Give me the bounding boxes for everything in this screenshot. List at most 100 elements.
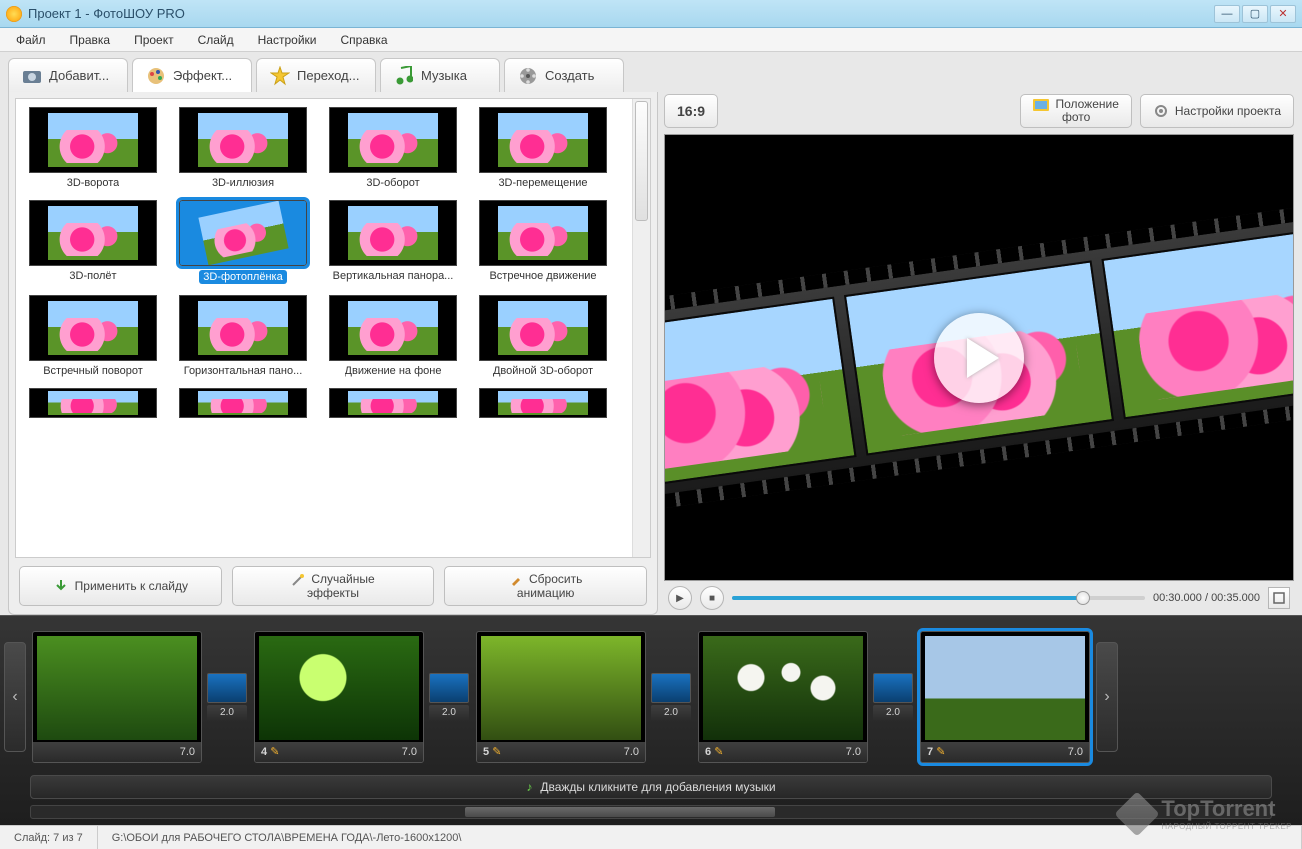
slide-duration: 7.0 (180, 746, 195, 758)
effect-item[interactable]: Вертикальная панора... (318, 200, 468, 287)
music-icon (393, 65, 415, 87)
tab-transitions-label: Переход... (297, 68, 359, 83)
effect-item[interactable]: 3D-ворота (18, 107, 168, 192)
random-l1: Случайные (311, 573, 374, 586)
close-button[interactable]: ✕ (1270, 5, 1296, 23)
effect-label: Вертикальная панора... (333, 270, 454, 282)
reset-l1: Сбросить (529, 573, 582, 586)
gear-icon (1153, 103, 1169, 119)
timeline-transition[interactable]: 2.0 (872, 673, 914, 721)
menu-slide[interactable]: Слайд (188, 30, 244, 50)
effects-scrollbar[interactable] (632, 99, 650, 557)
effect-item[interactable] (318, 388, 468, 422)
minimize-button[interactable]: — (1214, 5, 1240, 23)
maximize-button[interactable]: ▢ (1242, 5, 1268, 23)
timeline-slide[interactable]: 5 ✎7.0 (476, 631, 646, 763)
effect-item[interactable] (168, 388, 318, 422)
fullscreen-button[interactable] (1268, 587, 1290, 609)
effect-item-selected[interactable]: 3D-фотоплёнка (168, 200, 318, 287)
timeline-transition[interactable]: 2.0 (650, 673, 692, 721)
music-track[interactable]: ♪ Дважды кликните для добавления музыки (30, 775, 1272, 799)
effects-actions: Применить к слайду Случайные эффекты Сбр… (15, 558, 651, 608)
effect-item[interactable] (18, 388, 168, 422)
timeline-transition[interactable]: 2.0 (428, 673, 470, 721)
reset-animation-button[interactable]: Сбросить анимацию (444, 566, 647, 606)
effect-item[interactable]: Горизонтальная пано... (168, 295, 318, 380)
camera-icon (21, 65, 43, 87)
stop-button[interactable]: ■ (700, 586, 724, 610)
transition-duration: 2.0 (873, 705, 913, 721)
project-settings-label: Настройки проекта (1175, 104, 1281, 118)
effect-item[interactable]: Встречное движение (468, 200, 618, 287)
tab-add-label: Добавит... (49, 68, 109, 83)
timeline-scrollbar[interactable] (30, 805, 1272, 819)
effect-item[interactable]: 3D-оборот (318, 107, 468, 192)
effect-item[interactable]: Встречный поворот (18, 295, 168, 380)
timeline-transition[interactable]: 2.0 (206, 673, 248, 721)
timeline-next-button[interactable]: › (1096, 642, 1118, 752)
preview-panel: 16:9 Положение фото Настройки проекта ▶ (664, 92, 1294, 615)
effect-label: Двойной 3D-оборот (493, 365, 593, 377)
effect-item[interactable]: 3D-полёт (18, 200, 168, 287)
effect-item[interactable]: 3D-иллюзия (168, 107, 318, 192)
menu-help[interactable]: Справка (330, 30, 397, 50)
status-path: G:\ОБОИ для РАБОЧЕГО СТОЛА\ВРЕМЕНА ГОДА\… (98, 826, 1302, 849)
effect-label: 3D-фотоплёнка (199, 270, 286, 284)
playback-bar: ▶ ■ 00:30.000 / 00:35.000 (664, 581, 1294, 615)
random-effects-button[interactable]: Случайные эффекты (232, 566, 435, 606)
preview-play-button[interactable] (934, 313, 1024, 403)
tab-create[interactable]: Создать (504, 58, 624, 92)
tab-music-label: Музыка (421, 68, 467, 83)
tab-effects-label: Эффект... (173, 68, 232, 83)
timeline-slide[interactable]: 4 ✎7.0 (254, 631, 424, 763)
preview-viewport[interactable] (664, 134, 1294, 581)
tab-create-label: Создать (545, 68, 594, 83)
effect-label: 3D-ворота (67, 177, 120, 189)
transition-duration: 2.0 (429, 705, 469, 721)
menu-file[interactable]: Файл (6, 30, 56, 50)
slide-duration: 7.0 (846, 746, 861, 758)
random-l2: эффекты (307, 587, 359, 600)
photo-pos-l2: фото (1062, 111, 1090, 124)
slide-duration: 7.0 (402, 746, 417, 758)
timeline-prev-button[interactable]: ‹ (4, 642, 26, 752)
effect-item[interactable]: 3D-перемещение (468, 107, 618, 192)
menu-edit[interactable]: Правка (60, 30, 121, 50)
effect-label: 3D-оборот (366, 177, 419, 189)
effect-item[interactable]: Двойной 3D-оборот (468, 295, 618, 380)
time-total: 00:35.000 (1211, 592, 1260, 604)
pencil-icon: ✎ (492, 746, 501, 758)
wand-icon (291, 573, 305, 587)
tab-effects[interactable]: Эффект... (132, 58, 252, 92)
tab-music[interactable]: Музыка (380, 58, 500, 92)
aspect-ratio-button[interactable]: 16:9 (664, 94, 718, 128)
effect-label: 3D-иллюзия (212, 177, 274, 189)
menu-project[interactable]: Проект (124, 30, 184, 50)
effect-item[interactable] (468, 388, 618, 422)
timeline-slide[interactable]: 6 ✎7.0 (698, 631, 868, 763)
star-icon (269, 65, 291, 87)
brush-icon (509, 573, 523, 587)
title-bar: Проект 1 - ФотоШОУ PRO — ▢ ✕ (0, 0, 1302, 28)
timeline-slide-selected[interactable]: 7 ✎7.0 (920, 631, 1090, 763)
menu-settings[interactable]: Настройки (248, 30, 327, 50)
tab-add[interactable]: Добавит... (8, 58, 128, 92)
transition-duration: 2.0 (651, 705, 691, 721)
main-tabs: Добавит... Эффект... Переход... Музыка С… (0, 52, 1302, 92)
effect-item[interactable]: Движение на фоне (318, 295, 468, 380)
effect-label: Встречное движение (489, 270, 596, 282)
timeline-slide[interactable]: 7.0 (32, 631, 202, 763)
seek-slider[interactable] (732, 596, 1145, 600)
apply-effect-button[interactable]: Применить к слайду (19, 566, 222, 606)
tab-transitions[interactable]: Переход... (256, 58, 376, 92)
slide-duration: 7.0 (1068, 746, 1083, 758)
window-title: Проект 1 - ФотоШОУ PRO (28, 6, 1212, 21)
app-icon (6, 6, 22, 22)
music-hint: Дважды кликните для добавления музыки (540, 780, 775, 794)
photo-position-button[interactable]: Положение фото (1020, 94, 1131, 128)
effects-panel: 3D-ворота 3D-иллюзия 3D-оборот 3D-переме… (8, 92, 658, 615)
play-button[interactable]: ▶ (668, 586, 692, 610)
effect-label: 3D-перемещение (498, 177, 587, 189)
music-note-icon: ♪ (526, 780, 532, 794)
project-settings-button[interactable]: Настройки проекта (1140, 94, 1294, 128)
